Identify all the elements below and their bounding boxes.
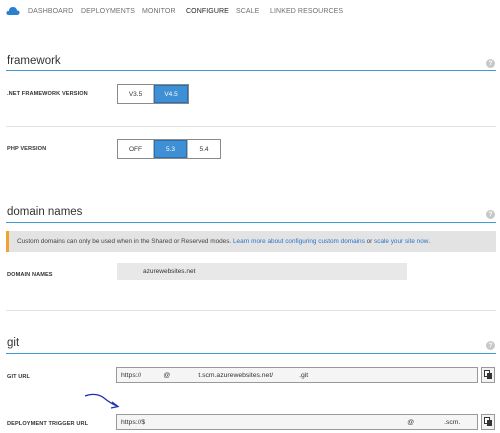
git-url-at: @ (163, 371, 171, 379)
git-section-rule (6, 353, 496, 354)
top-nav: DASHBOARD DEPLOYMENTS MONITOR CONFIGURE … (0, 0, 500, 24)
copy-icon (484, 417, 492, 426)
azure-cloud-icon (6, 7, 20, 15)
copy-icon (484, 370, 492, 379)
nav-monitor[interactable]: MONITOR (142, 8, 176, 15)
domain-names-label: DOMAIN NAMES (7, 272, 53, 278)
nav-linked-resources[interactable]: LINKED RESOURCES (270, 8, 343, 15)
domain-value: azurewebsites.net (143, 268, 196, 275)
notice-text: Custom domains can only be used when in … (17, 238, 232, 245)
nav-scale[interactable]: SCALE (236, 8, 259, 15)
notice-period: . (428, 238, 431, 245)
domain-names-section-title: domain names (7, 206, 83, 218)
nav-configure[interactable]: CONFIGURE (186, 8, 229, 15)
framework-section-title: framework (7, 55, 61, 67)
copy-git-url-button[interactable] (481, 367, 495, 383)
learn-more-custom-domains-link[interactable]: Learn more about configuring custom doma… (233, 238, 365, 245)
git-section-title: git (7, 337, 20, 349)
redacted-site-name (123, 266, 143, 277)
net-framework-label: .NET FRAMEWORK VERSION (7, 91, 88, 97)
shared-mode-notice: Custom domains can only be used when in … (6, 231, 496, 252)
framework-section-rule (6, 70, 496, 71)
net-version-toggle: V3.5 V4.5 (117, 84, 189, 104)
net-option-v35[interactable]: V3.5 (118, 85, 154, 103)
trigger-url-host: .scm. (444, 418, 461, 426)
scale-site-link[interactable]: scale your site now (374, 238, 428, 245)
nav-dashboard[interactable]: DASHBOARD (28, 8, 73, 15)
framework-help-icon[interactable]: ? (486, 59, 495, 68)
domain-help-icon[interactable]: ? (486, 210, 495, 219)
git-url-label: GIT URL (7, 374, 31, 380)
php-option-54[interactable]: 5.4 (188, 140, 220, 158)
php-option-off[interactable]: OFF (118, 140, 154, 158)
git-url-suffix: .git (299, 371, 309, 379)
net-option-v45[interactable]: V4.5 (154, 85, 188, 103)
php-option-53[interactable]: 5.3 (154, 140, 188, 158)
domain-row-divider (6, 310, 496, 311)
nav-deployments[interactable]: DEPLOYMENTS (81, 8, 135, 15)
php-version-label: PHP VERSION (7, 146, 47, 152)
annotation-arrow-icon (84, 393, 120, 409)
git-url-host: t.scm.azurewebsites.net/ (198, 371, 274, 379)
deployment-trigger-url-field[interactable]: https://$ @ .scm. (116, 414, 478, 430)
trigger-url-scheme: https://$ (121, 418, 146, 426)
git-url-scheme: https:// (121, 371, 142, 379)
framework-row-divider (6, 126, 496, 127)
domain-section-rule (6, 222, 496, 223)
trigger-url-at: @ (407, 418, 415, 426)
git-help-icon[interactable]: ? (486, 341, 495, 350)
notice-or: or (366, 238, 373, 245)
domain-names-field: azurewebsites.net (117, 263, 407, 280)
git-url-field[interactable]: https:// @ t.scm.azurewebsites.net/ .git (116, 367, 478, 383)
copy-trigger-url-button[interactable] (481, 414, 495, 430)
deployment-trigger-url-label: DEPLOYMENT TRIGGER URL (7, 421, 89, 427)
php-version-toggle: OFF 5.3 5.4 (117, 139, 221, 159)
